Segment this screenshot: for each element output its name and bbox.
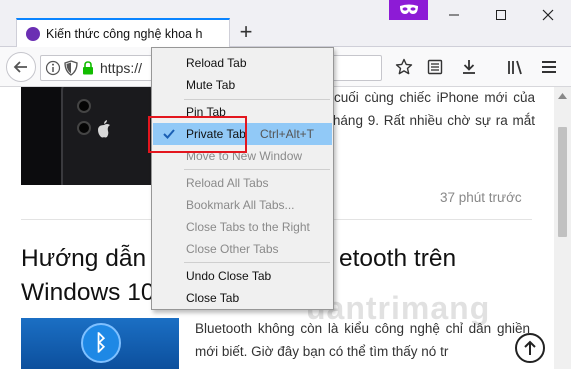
new-tab-button[interactable]: + xyxy=(235,21,257,44)
downloads-button[interactable] xyxy=(458,56,480,78)
scrollbar-thumb[interactable] xyxy=(558,127,567,237)
download-icon xyxy=(463,60,475,74)
tab-context-menu: Reload Tab Mute Tab Pin Tab Private Tab … xyxy=(151,47,334,310)
menu-item-undo-close-tab[interactable]: Undo Close Tab xyxy=(153,265,332,287)
vertical-scrollbar[interactable] xyxy=(554,87,571,369)
menu-item-close-tab[interactable]: Close Tab xyxy=(153,287,332,309)
back-button[interactable] xyxy=(6,52,36,82)
heading-part-left: Hướng dẫn xyxy=(21,245,147,272)
active-tab[interactable]: Kiến thức công nghệ khoa h xyxy=(16,18,230,48)
maximize-icon xyxy=(496,10,506,20)
annotation-highlight-box xyxy=(148,116,247,153)
lock-icon xyxy=(83,61,93,75)
library-button[interactable] xyxy=(505,56,527,78)
library-icon xyxy=(508,60,522,75)
close-window-button[interactable] xyxy=(525,2,571,28)
back-arrow-icon xyxy=(13,61,27,73)
menu-item-label: Reload All Tabs xyxy=(186,176,269,190)
apple-logo-icon xyxy=(98,120,110,138)
menu-item-label: Bookmark All Tabs... xyxy=(186,198,295,212)
article-timestamp: 37 phút trước xyxy=(440,190,522,205)
heading-line-2: Windows 10 xyxy=(21,279,155,306)
open-menu-button[interactable] xyxy=(538,56,560,78)
tab-title: Kiến thức công nghệ khoa h xyxy=(46,27,203,41)
menu-item-label: Undo Close Tab xyxy=(186,269,272,283)
star-icon xyxy=(395,58,413,75)
menu-item-reload-all-tabs[interactable]: Reload All Tabs xyxy=(153,172,332,194)
mask-icon xyxy=(399,4,418,14)
menu-item-bookmark-all-tabs[interactable]: Bookmark All Tabs... xyxy=(153,194,332,216)
scroll-up-button[interactable] xyxy=(554,87,571,104)
article-thumbnail-bluetooth[interactable]: ᛒ xyxy=(21,318,179,369)
menu-item-close-tabs-right[interactable]: Close Tabs to the Right xyxy=(153,216,332,238)
bookmark-button[interactable] xyxy=(393,56,415,78)
title-bar: Kiến thức công nghệ khoa h + xyxy=(0,0,571,48)
hamburger-menu-icon xyxy=(542,61,556,73)
info-icon[interactable] xyxy=(45,60,61,76)
private-browsing-badge xyxy=(389,0,428,20)
scroll-to-top-button[interactable] xyxy=(515,333,545,363)
arrow-up-circle-icon xyxy=(524,340,536,355)
shield-icon[interactable] xyxy=(64,60,78,76)
menu-item-label: Reload Tab xyxy=(186,56,247,70)
url-text: https:// xyxy=(100,60,143,76)
heading-part-right: etooth trên xyxy=(339,245,457,272)
menu-separator xyxy=(184,169,330,170)
menu-item-label: Close Other Tabs xyxy=(186,242,279,256)
minimize-button[interactable] xyxy=(431,2,477,28)
bluetooth-icon: ᛒ xyxy=(81,323,121,363)
reader-view-button[interactable] xyxy=(424,56,446,78)
menu-item-label: Close Tabs to the Right xyxy=(186,220,310,234)
scroll-up-arrow-icon xyxy=(558,92,567,99)
menu-item-shortcut: Ctrl+Alt+T xyxy=(260,127,315,141)
reader-view-icon xyxy=(427,59,443,75)
menu-item-mute-tab[interactable]: Mute Tab xyxy=(153,74,332,96)
menu-item-reload-tab[interactable]: Reload Tab xyxy=(153,52,332,74)
menu-separator xyxy=(184,262,330,263)
menu-item-label: Mute Tab xyxy=(186,78,236,92)
close-icon xyxy=(542,9,554,21)
maximize-button[interactable] xyxy=(478,2,524,28)
menu-item-label: Close Tab xyxy=(186,291,240,305)
minimize-icon xyxy=(449,14,459,16)
site-favicon xyxy=(26,27,40,41)
menu-separator xyxy=(184,99,330,100)
menu-item-close-other-tabs[interactable]: Close Other Tabs xyxy=(153,238,332,260)
